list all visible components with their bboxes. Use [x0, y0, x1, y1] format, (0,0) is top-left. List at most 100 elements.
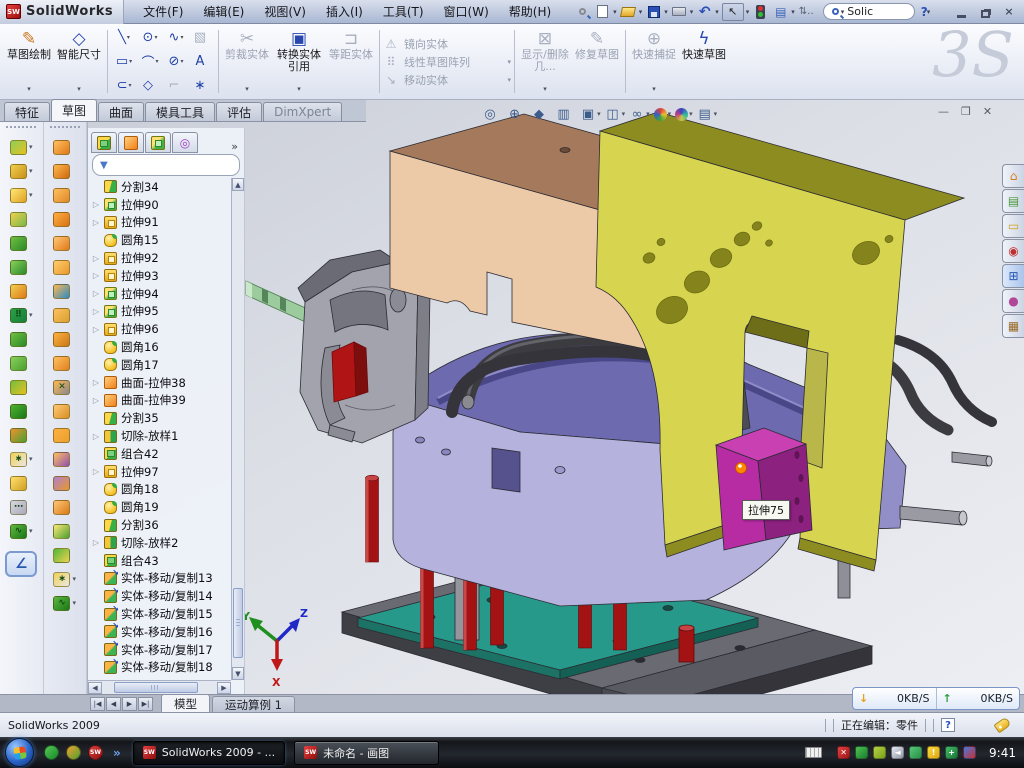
flyout-arrow-icon[interactable]: ▾	[652, 83, 656, 97]
options-button[interactable]: ▤	[772, 4, 789, 20]
tree-item[interactable]: ▷ 曲面-拉伸38	[92, 374, 244, 392]
sketch-fillet-tool[interactable]: ⌐▾	[163, 74, 189, 98]
reference-axis-tool[interactable]: ⋯▾	[10, 495, 33, 519]
configuration-manager-tab[interactable]	[145, 132, 171, 153]
custom-properties-tab[interactable]: ▦	[1002, 314, 1024, 338]
tree-vertical-scrollbar[interactable]: ▲ ▼	[231, 178, 244, 680]
expand-arrow-icon[interactable]: ▷	[92, 254, 100, 263]
flyout-arrow-icon[interactable]: ▾	[297, 83, 301, 97]
arc-tool[interactable]: ⌒▾	[137, 50, 163, 74]
tree-item[interactable]: ▷ 圆角19	[92, 498, 244, 516]
update-tray-icon[interactable]	[873, 746, 886, 759]
tree-item[interactable]: ▷ 实体-移动/复制14	[92, 587, 244, 605]
move-entities-button[interactable]: ↘ 移动实体 ▾	[383, 72, 511, 88]
taskbar-window-button[interactable]: SW 未命名 - 画图	[294, 741, 439, 765]
hole-wizard-tool[interactable]: ▾	[10, 279, 33, 303]
revolve-tool[interactable]: ▾	[10, 207, 33, 231]
delete-face-tool[interactable]: ✕▾	[53, 375, 76, 399]
menu-item[interactable]: 窗口(W)	[435, 0, 498, 23]
wrap-tool[interactable]: ▾	[10, 375, 33, 399]
expand-arrow-icon[interactable]: ▷	[92, 538, 100, 547]
extruded-surface-tool[interactable]: ▾	[53, 183, 76, 207]
tab-dimxpert[interactable]: DimXpert	[263, 102, 342, 121]
tag-icon[interactable]	[993, 717, 1011, 734]
sync-tray-icon[interactable]	[909, 746, 922, 759]
dimxpert-manager-tab[interactable]: ◎	[172, 132, 198, 153]
search-input[interactable]: Solic	[847, 5, 873, 18]
zoom-area-icon[interactable]: ⊕▾	[507, 106, 528, 122]
tree-item[interactable]: ▷ 拉伸94	[92, 285, 244, 303]
mirror-entities-button[interactable]: ⚠ 镜向实体 ▾	[383, 36, 511, 52]
expand-arrow-icon[interactable]: ▷	[92, 218, 100, 227]
scroll-down-icon[interactable]: ▼	[232, 667, 244, 680]
scroll-up-icon[interactable]: ▲	[232, 178, 244, 191]
display-delete-relations-button[interactable]: ⊠ 显示/删除几... ▾	[518, 26, 572, 97]
trim-surface-tool[interactable]: ▾	[53, 447, 76, 471]
solidworks-resources-tab[interactable]: ◉	[1002, 239, 1024, 263]
quick-snaps-button[interactable]: ⊕ 快速捕捉 ▾	[629, 26, 679, 97]
tree-item[interactable]: ▷ 圆角15	[92, 231, 244, 249]
expand-arrow-icon[interactable]: ▷	[92, 325, 100, 334]
tree-item[interactable]: ▷ 实体-移动/复制16	[92, 623, 244, 641]
display-style-icon[interactable]: ◫▾	[605, 106, 626, 122]
file-explorer-tab[interactable]: ▭	[1002, 214, 1024, 238]
tree-item[interactable]: ▷ 实体-移动/复制17	[92, 641, 244, 659]
tree-item[interactable]: ▷ 拉伸96	[92, 320, 244, 338]
model-tab[interactable]: 模型	[161, 694, 210, 712]
shield-plus-tray-icon[interactable]: +	[945, 746, 958, 759]
design-library-tab[interactable]: ▤	[1002, 189, 1024, 213]
untrim-surface-tool[interactable]: ▾	[53, 471, 76, 495]
knit-surface-tool[interactable]: ▾	[53, 303, 76, 327]
scroll-left-icon[interactable]: ◀	[88, 682, 102, 694]
rib-tool[interactable]: ▾	[10, 351, 33, 375]
appearances-tab[interactable]: ●	[1002, 289, 1024, 313]
slide-block-part[interactable]	[716, 428, 812, 550]
surface-helix-tool[interactable]: ∿▾	[53, 591, 76, 615]
flyout-arrow-icon[interactable]: ▾	[543, 83, 547, 97]
scrollbar-thumb[interactable]	[233, 588, 243, 658]
text-tool[interactable]: A▾	[189, 50, 215, 74]
replace-face-tool[interactable]: ▾	[53, 399, 76, 423]
appearances-icon[interactable]: ▾	[654, 108, 672, 121]
dome-tool[interactable]: ▾	[10, 399, 33, 423]
antivirus-tray-icon[interactable]	[855, 746, 868, 759]
convert-entities-button[interactable]: ▣ 转换实体引用 ▾	[272, 26, 326, 97]
toolbar-grip[interactable]	[6, 126, 36, 130]
extend-surface-tool[interactable]: ▾	[53, 423, 76, 447]
start-button[interactable]	[5, 738, 34, 767]
close-button[interactable]: ×	[1002, 5, 1016, 18]
fillet-tool[interactable]: ▾	[10, 183, 33, 207]
tab-surfaces[interactable]: 曲面	[98, 102, 144, 121]
motion-study-tab[interactable]: 运动算例 1	[212, 696, 295, 712]
scene-icon[interactable]: ▾	[675, 108, 693, 121]
planar-surface-tool[interactable]: ▾	[53, 255, 76, 279]
menu-item[interactable]: 文件(F)	[134, 0, 192, 23]
document-restore-button[interactable]: ❒	[961, 105, 971, 118]
thicken-tool[interactable]: ▾	[53, 327, 76, 351]
helix-tool[interactable]: ∿▾	[10, 519, 33, 543]
rectangle-tool[interactable]: ▭▾	[111, 50, 137, 74]
tree-horizontal-scrollbar[interactable]: ◀ ▶	[88, 680, 231, 694]
quick-launch-overflow-icon[interactable]: »	[113, 746, 119, 760]
save-button[interactable]	[645, 4, 662, 20]
search-box[interactable]: ▾ Solic	[823, 3, 915, 20]
point-tool[interactable]: ∗▾	[189, 74, 215, 98]
ellipse-tool[interactable]: ⊘▾	[163, 50, 189, 74]
document-minimize-button[interactable]: —	[938, 105, 949, 118]
tree-item[interactable]: ▷ 圆角18	[92, 481, 244, 499]
expand-arrow-icon[interactable]: ▷	[92, 378, 100, 387]
annotations-icon[interactable]: ▤▾	[697, 106, 718, 122]
expand-arrow-icon[interactable]: ▷	[92, 467, 100, 476]
move-copy-body-tool[interactable]: ▾	[10, 423, 33, 447]
toolbar-grip[interactable]	[50, 126, 80, 130]
filled-surface-tool[interactable]: ▾	[53, 351, 76, 375]
tab-evaluate[interactable]: 评估	[216, 102, 262, 121]
section-view-icon[interactable]: ▥▾	[556, 106, 577, 122]
mirror-tool[interactable]: ▾	[10, 327, 33, 351]
ime-indicator-icon[interactable]: ⇅‥	[798, 4, 815, 20]
tree-item[interactable]: ▷ 实体-移动/复制13	[92, 570, 244, 588]
lofted-surface-tool[interactable]: ▾	[53, 207, 76, 231]
tree-item[interactable]: ▷ 圆角16	[92, 338, 244, 356]
expand-arrow-icon[interactable]: ▷	[92, 396, 100, 405]
revolved-surface-tool[interactable]: ▾	[53, 159, 76, 183]
